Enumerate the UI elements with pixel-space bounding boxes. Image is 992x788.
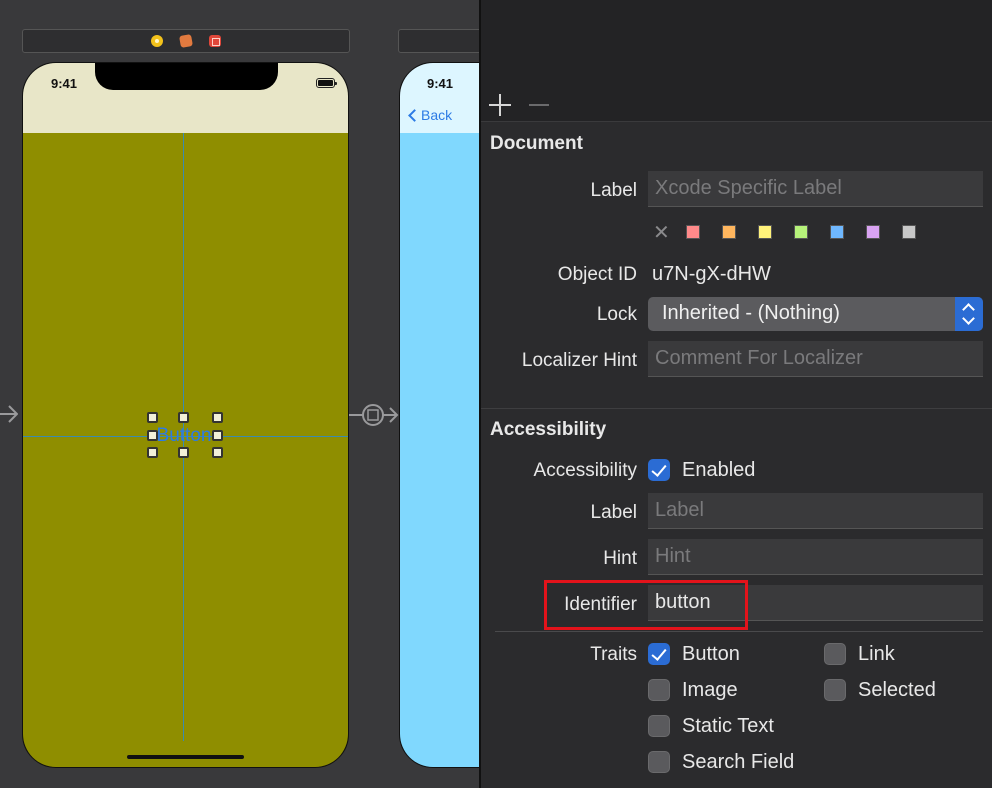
status-time: 9:41 [51, 76, 78, 91]
exit-icon[interactable] [209, 35, 221, 47]
accessibility-enabled-label: Enabled [682, 459, 756, 481]
view-controller-scene[interactable]: 9:41 Button [22, 62, 349, 768]
status-time-second: 9:41 [427, 76, 454, 91]
storyboard-canvas[interactable]: 9:41 Button 9:41 Back [0, 0, 479, 788]
resize-handle-tl[interactable] [147, 412, 158, 423]
traits-divider [495, 631, 983, 632]
accessibility-enabled-checkbox[interactable] [648, 459, 670, 481]
trait-search-field-label: Search Field [682, 751, 795, 773]
resize-handle-bc[interactable] [178, 447, 189, 458]
resize-handle-tr[interactable] [212, 412, 223, 423]
resize-handle-ml[interactable] [147, 430, 158, 441]
accessibility-label: Accessibility [533, 460, 637, 481]
lock-popup[interactable]: Inherited - (Nothing) [648, 297, 983, 331]
navigation-bar-area: 9:41 Back [400, 63, 479, 133]
swatch-green[interactable] [794, 225, 808, 239]
device-notch [95, 63, 278, 90]
lock-popup-value: Inherited - (Nothing) [662, 302, 840, 324]
swatch-purple[interactable] [866, 225, 880, 239]
resize-handle-mr[interactable] [212, 430, 223, 441]
back-button[interactable]: Back [408, 107, 453, 123]
battery-icon [316, 78, 337, 88]
traits-label: Traits [590, 644, 637, 665]
chevron-left-icon [408, 109, 421, 122]
trait-button-label: Button [682, 643, 740, 665]
trait-image-checkbox[interactable] [648, 679, 670, 701]
resize-handle-br[interactable] [212, 447, 223, 458]
attribute-add-remove-bar [481, 88, 992, 122]
localizer-hint-field[interactable]: Comment For Localizer [648, 341, 983, 377]
document-label-field[interactable]: Xcode Specific Label [648, 171, 983, 207]
section-divider [481, 408, 992, 409]
view-controller-icon[interactable] [151, 35, 163, 47]
localizer-hint-label: Localizer Hint [521, 350, 637, 371]
swatch-orange[interactable] [722, 225, 736, 239]
accessibility-hint-field[interactable]: Hint [648, 539, 983, 575]
first-responder-icon[interactable] [179, 34, 193, 48]
object-id-value: u7N-gX-dHW [652, 263, 771, 285]
trait-button-checkbox[interactable] [648, 643, 670, 665]
trait-static-text-label: Static Text [682, 715, 774, 737]
swatch-blue[interactable] [830, 225, 844, 239]
accessibility-label-label: Label [590, 502, 638, 523]
accessibility-label-field[interactable]: Label [648, 493, 983, 529]
document-label-label: Label [590, 180, 638, 201]
resize-handle-tc[interactable] [178, 412, 189, 423]
object-id-label: Object ID [557, 264, 637, 285]
swatch-red[interactable] [686, 225, 700, 239]
selected-button[interactable]: Button [151, 425, 217, 447]
trait-search-field-checkbox[interactable] [648, 751, 670, 773]
entry-point-arrow-icon[interactable] [0, 404, 18, 424]
inspector-header [481, 0, 992, 88]
identity-inspector: Document Label Xcode Specific Label ✕ Ob… [479, 0, 992, 788]
swatch-yellow[interactable] [758, 225, 772, 239]
back-label: Back [421, 107, 453, 123]
segue-icon[interactable] [349, 402, 399, 428]
resize-handle-bl[interactable] [147, 447, 158, 458]
second-main-view[interactable] [400, 133, 479, 767]
scene-dock-bar[interactable] [22, 29, 350, 53]
trait-selected-checkbox[interactable] [824, 679, 846, 701]
plus-icon[interactable] [489, 94, 511, 116]
trait-static-text-checkbox[interactable] [648, 715, 670, 737]
clear-color-icon[interactable]: ✕ [653, 220, 670, 245]
main-view[interactable]: Button [23, 133, 348, 767]
identifier-highlight-box [544, 580, 748, 630]
swatch-gray[interactable] [902, 225, 916, 239]
trait-link-label: Link [858, 643, 895, 665]
trait-image-label: Image [682, 679, 738, 701]
chevron-updown-icon [955, 297, 983, 331]
trait-link-checkbox[interactable] [824, 643, 846, 665]
accessibility-hint-label: Hint [603, 548, 637, 569]
trait-selected-label: Selected [858, 679, 936, 701]
minus-icon[interactable] [529, 104, 549, 106]
accessibility-section-title: Accessibility [490, 419, 607, 440]
scene-dock-bar-second[interactable] [398, 29, 479, 53]
second-view-controller-scene[interactable]: 9:41 Back [399, 62, 479, 768]
document-section-title: Document [490, 133, 583, 154]
lock-label: Lock [596, 304, 637, 325]
home-indicator [127, 755, 244, 759]
